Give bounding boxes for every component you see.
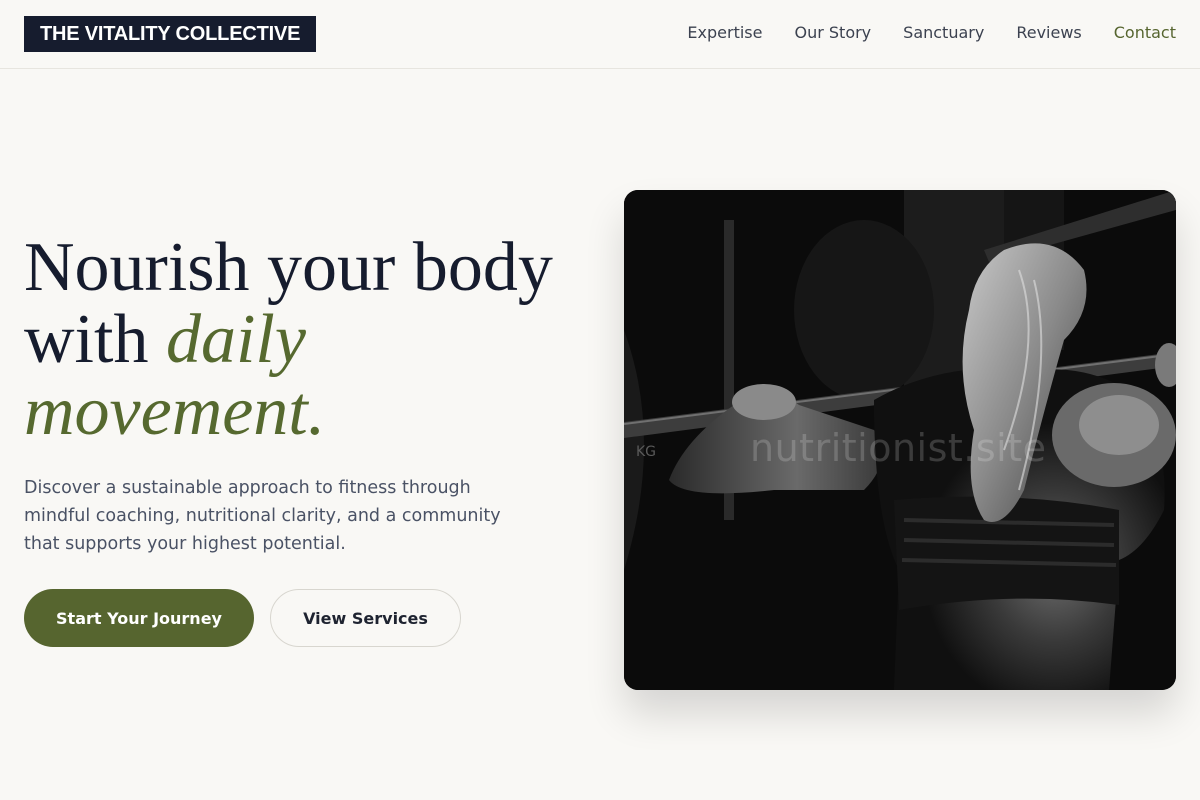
view-services-button[interactable]: View Services (270, 589, 461, 647)
main-nav: Expertise Our Story Sanctuary Reviews Co… (687, 22, 1176, 44)
headline-line-1: Nourish your body (24, 229, 553, 306)
headline-accent-movement: movement. (24, 373, 326, 450)
nav-link-our-story[interactable]: Our Story (794, 22, 871, 44)
hero-headline: Nourish your body with daily movement. (24, 232, 604, 448)
brand-logo[interactable]: THE VITALITY COLLECTIVE (24, 16, 317, 52)
nav-link-sanctuary[interactable]: Sanctuary (903, 22, 984, 44)
nav-link-reviews[interactable]: Reviews (1016, 22, 1081, 44)
site-header: THE VITALITY COLLECTIVE Expertise Our St… (0, 0, 1200, 69)
hero-description: Discover a sustainable approach to fitne… (24, 478, 501, 554)
headline-with: with (24, 301, 166, 378)
start-journey-button[interactable]: Start Your Journey (24, 589, 254, 647)
hero-image: KG nutritionist.site (624, 190, 1176, 690)
image-watermark: nutritionist.site (750, 426, 1047, 470)
nav-link-expertise[interactable]: Expertise (687, 22, 762, 44)
plate-label: KG (636, 444, 656, 460)
nav-link-contact[interactable]: Contact (1114, 22, 1176, 44)
headline-accent-daily: daily (165, 301, 306, 378)
